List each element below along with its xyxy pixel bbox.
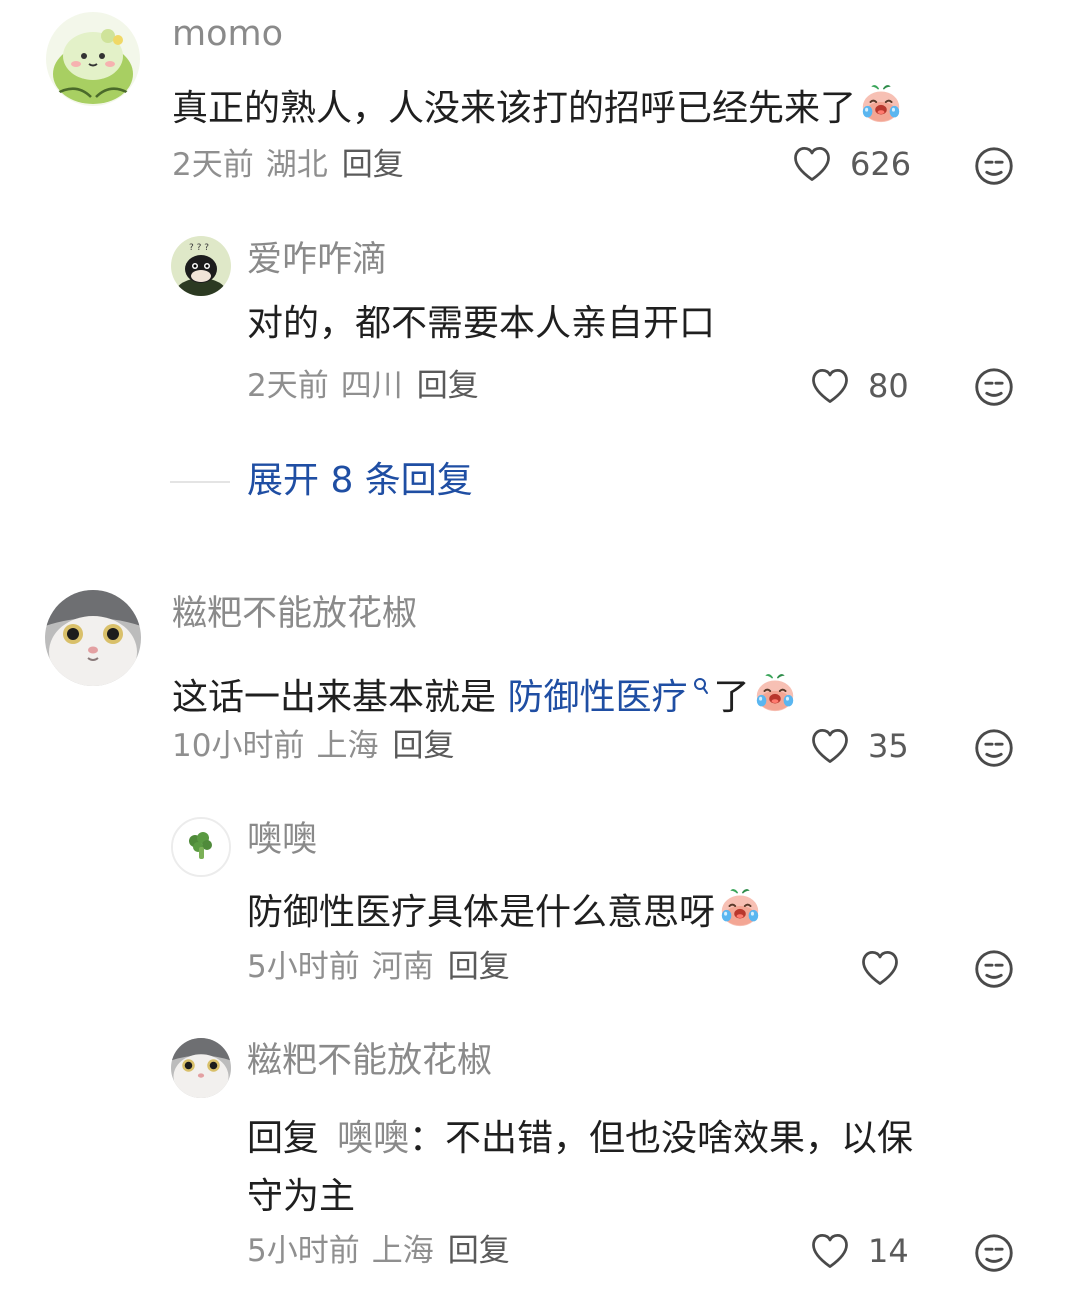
reply-location: 四川 <box>340 368 403 404</box>
reply-time: 2天前 <box>247 368 329 404</box>
comment-text-suffix: 了 <box>713 677 750 718</box>
reply-to-username[interactable]: 噢噢 <box>337 1118 409 1159</box>
comment-time: 10小时前 <box>172 728 305 764</box>
dislike-button[interactable] <box>971 364 1017 414</box>
heart-outline-icon <box>808 364 852 408</box>
avatar[interactable] <box>171 817 231 877</box>
comment-content: 这话一出来基本就是 防御性医疗 了 <box>172 662 798 725</box>
reply-content: 回复 噢噢：不出错，但也没啥效果，以保 守为主 <box>247 1110 913 1226</box>
reply-location: 河南 <box>371 949 434 985</box>
topic-link[interactable]: 防御性医疗 <box>507 677 687 718</box>
comment-text: 真正的熟人，人没来该打的招呼已经先来了 <box>172 88 857 129</box>
avatar[interactable] <box>45 590 141 686</box>
reply-location: 上海 <box>371 1233 434 1269</box>
meh-face-icon <box>971 364 1017 410</box>
crying-laugh-emoji-icon <box>752 669 798 725</box>
meh-face-icon <box>971 946 1017 992</box>
reply-content-line: 守为主 <box>247 1176 356 1217</box>
like-button[interactable]: 80 <box>808 364 909 408</box>
avatar[interactable] <box>46 12 140 106</box>
comment-text: 这话一出来基本就是 <box>172 677 497 718</box>
comment-meta: 2天前 湖北 回复 <box>172 150 404 181</box>
reply-button[interactable]: 回复 <box>448 949 510 985</box>
reply-time: 5小时前 <box>247 1233 360 1269</box>
meh-face-icon <box>971 1230 1017 1276</box>
avatar[interactable] <box>171 1038 231 1098</box>
like-count: 35 <box>868 727 909 765</box>
reply-meta: 2天前 四川 回复 <box>247 371 479 402</box>
reply-meta: 5小时前 上海 回复 <box>247 1236 510 1267</box>
reply-button[interactable]: 回复 <box>392 728 454 764</box>
expand-divider <box>170 481 230 483</box>
reply-username[interactable]: 爱咋咋滴 <box>247 243 387 278</box>
heart-outline-icon <box>808 1229 852 1273</box>
crying-laugh-emoji-icon <box>717 884 763 940</box>
reply-button[interactable]: 回复 <box>417 368 479 404</box>
dislike-button[interactable] <box>971 143 1017 193</box>
reply-button[interactable]: 回复 <box>342 147 404 183</box>
like-button[interactable] <box>858 946 902 990</box>
like-count: 80 <box>868 367 909 405</box>
svg-text:? ? ?: ? ? ? <box>189 243 209 253</box>
like-button[interactable]: 14 <box>808 1229 909 1273</box>
comment-username[interactable]: momo <box>172 17 283 52</box>
meh-face-icon <box>971 725 1017 771</box>
dislike-button[interactable] <box>971 1230 1017 1280</box>
comment-time: 2天前 <box>172 147 254 183</box>
reply-username[interactable]: 糍粑不能放花椒 <box>247 1044 492 1079</box>
magnifier-icon[interactable] <box>693 662 709 705</box>
crying-laugh-emoji-icon <box>858 80 904 136</box>
reply-tag: 回复 <box>247 1118 320 1159</box>
reply-content-line: 回复 噢噢：不出错，但也没啥效果，以保 <box>247 1110 913 1168</box>
comment-username[interactable]: 糍粑不能放花椒 <box>172 597 417 632</box>
meh-face-icon <box>971 143 1017 189</box>
reply-content: 对的，都不需要本人亲自开口 <box>247 303 716 344</box>
reply-time: 5小时前 <box>247 949 360 985</box>
reply-text: ：不出错，但也没啥效果，以保 <box>409 1118 914 1159</box>
reply-username[interactable]: 噢噢 <box>247 823 317 858</box>
avatar[interactable]: ? ? ? <box>171 236 231 296</box>
comment-location: 湖北 <box>265 147 328 183</box>
expand-replies-button[interactable]: 展开 8 条回复 <box>247 463 473 499</box>
comment-content: 真正的熟人，人没来该打的招呼已经先来了 <box>172 80 904 136</box>
comment-meta: 10小时前 上海 回复 <box>172 731 454 762</box>
dislike-button[interactable] <box>971 725 1017 775</box>
like-count: 626 <box>850 145 912 183</box>
like-button[interactable]: 626 <box>790 142 911 186</box>
comment-location: 上海 <box>316 728 379 764</box>
like-count: 14 <box>868 1232 909 1270</box>
reply-content: 防御性医疗具体是什么意思呀 <box>247 884 763 940</box>
heart-outline-icon <box>790 142 834 186</box>
heart-outline-icon <box>858 946 902 990</box>
reply-meta: 5小时前 河南 回复 <box>247 952 510 983</box>
heart-outline-icon <box>808 724 852 768</box>
reply-button[interactable]: 回复 <box>448 1233 510 1269</box>
reply-text: 防御性医疗具体是什么意思呀 <box>247 892 716 933</box>
like-button[interactable]: 35 <box>808 724 909 768</box>
dislike-button[interactable] <box>971 946 1017 996</box>
